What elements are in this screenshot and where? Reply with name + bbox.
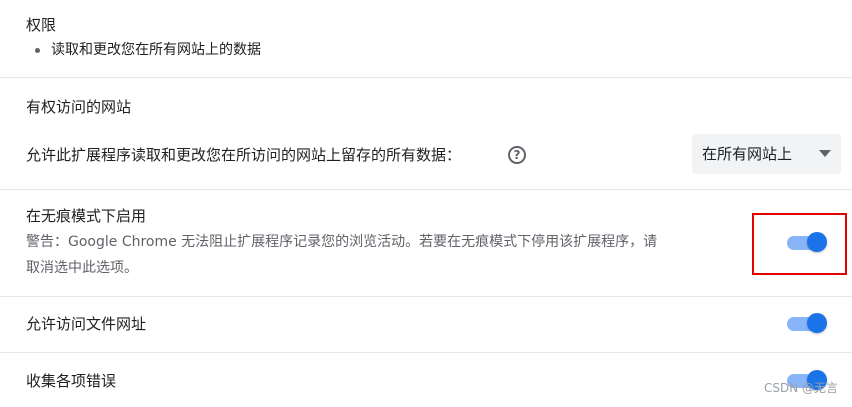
- permissions-title: 权限: [26, 16, 57, 34]
- file-urls-title: 允许访问文件网址: [26, 315, 147, 333]
- incognito-warning-line1: 警告：Google Chrome 无法阻止扩展程序记录您的浏览活动。若要在无痕模…: [26, 234, 658, 250]
- divider: [0, 77, 852, 78]
- select-value: 在所有网站上: [702, 145, 793, 163]
- divider: [0, 296, 852, 297]
- permission-item: 读取和更改您在所有网站上的数据: [51, 42, 261, 58]
- red-highlight-box: [752, 213, 847, 275]
- incognito-title: 在无痕模式下启用: [26, 207, 147, 225]
- bullet-dot: [35, 48, 40, 53]
- toggle-knob: [807, 313, 827, 333]
- site-access-select[interactable]: 在所有网站上: [692, 134, 841, 174]
- chevron-down-icon: [819, 150, 831, 157]
- site-access-description: 允许此扩展程序读取和更改您在所访问的网站上留存的所有数据：: [26, 146, 462, 164]
- divider: [0, 352, 852, 353]
- file-urls-toggle[interactable]: [787, 313, 827, 333]
- watermark: CSDN @无言: [763, 381, 838, 395]
- site-access-title: 有权访问的网站: [26, 98, 132, 116]
- incognito-warning-line2: 取消选中此选项。: [26, 260, 138, 276]
- question-circle-icon[interactable]: ?: [508, 146, 526, 164]
- errors-title: 收集各项错误: [26, 372, 117, 390]
- divider: [0, 189, 852, 190]
